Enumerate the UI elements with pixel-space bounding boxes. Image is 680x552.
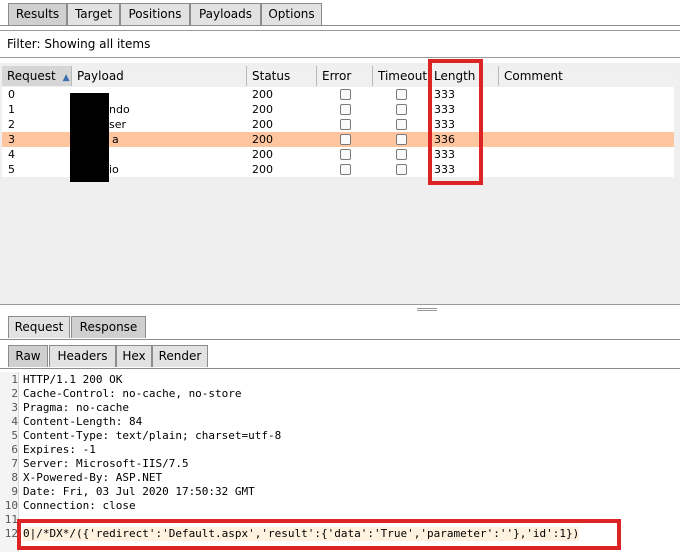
cell-request: 0 [8,88,15,101]
filter-bar[interactable]: Filter: Showing all items [0,30,680,58]
payload-redaction [70,93,109,182]
cell-request: 4 [8,148,15,161]
line-number: 11 [4,513,18,526]
line-number: 1 [11,373,18,386]
tab-hex[interactable]: Hex [116,345,152,367]
error-checkbox[interactable] [340,149,351,160]
response-line: HTTP/1.1 200 OK [23,373,123,386]
response-line: Expires: -1 [23,443,96,456]
line-number: 10 [4,499,18,512]
timeout-checkbox[interactable] [396,149,407,160]
tab-divider [0,25,680,26]
cell-request: 3 [8,133,15,146]
error-checkbox[interactable] [340,104,351,115]
column-header-status[interactable]: Status [247,66,317,86]
intruder-tab-bar: Results Target Positions Payloads Option… [0,0,680,26]
error-checkbox[interactable] [340,134,351,145]
filter-text: Showing all items [44,37,151,51]
tab-options[interactable]: Options [261,3,322,25]
cell-request: 1 [8,103,15,116]
tab-divider [0,368,680,369]
cell-payload: io [109,163,119,176]
line-number: 9 [11,485,18,498]
column-header-timeout[interactable]: Timeout [373,66,429,86]
response-line: Content-Type: text/plain; charset=utf-8 [23,429,282,442]
line-number: 6 [11,443,18,456]
cell-payload: ser [109,118,127,131]
cell-status: 200 [252,88,273,101]
cell-payload: ndo [109,103,130,116]
cell-payload: a [112,133,119,146]
filter-label: Filter: [7,37,41,51]
response-line: Content-Length: 84 [23,415,143,428]
cell-status: 200 [252,103,273,116]
tab-divider [0,339,680,340]
tab-payloads[interactable]: Payloads [190,3,261,25]
tab-positions[interactable]: Positions [120,3,190,25]
tab-request[interactable]: Request [8,316,70,338]
tab-render[interactable]: Render [152,345,208,367]
tab-raw[interactable]: Raw [8,345,48,367]
timeout-checkbox[interactable] [396,164,407,175]
tab-target[interactable]: Target [67,3,120,25]
cell-request: 5 [8,163,15,176]
line-number: 5 [11,429,18,442]
response-line: Pragma: no-cache [23,401,129,414]
timeout-checkbox[interactable] [396,104,407,115]
column-header-error[interactable]: Error [317,66,373,86]
line-number: 12 [4,527,18,540]
request-response-tab-bar: Request Response [0,312,680,340]
timeout-checkbox[interactable] [396,89,407,100]
line-number: 2 [11,387,18,400]
sort-ascending-icon: ▲ [62,73,70,83]
length-column-annotation [428,59,483,185]
response-line: Server: Microsoft-IIS/7.5 [23,457,189,470]
splitter-grip[interactable] [417,308,437,311]
tab-headers[interactable]: Headers [49,345,116,367]
line-number: 3 [11,401,18,414]
cell-status: 200 [252,133,273,146]
line-number: 8 [11,471,18,484]
column-header-comment[interactable]: Comment [499,66,678,86]
response-body-annotation [17,519,621,550]
cell-status: 200 [252,118,273,131]
table-header: Request ▲ Payload Status Error Timeout L… [2,66,678,86]
column-header-request[interactable]: Request ▲ [2,66,72,86]
line-number: 4 [11,415,18,428]
column-header-payload[interactable]: Payload [72,66,247,86]
error-checkbox[interactable] [340,89,351,100]
cell-request: 2 [8,118,15,131]
tab-response[interactable]: Response [71,316,146,338]
response-line: Date: Fri, 03 Jul 2020 17:50:32 GMT [23,485,255,498]
tab-results[interactable]: Results [8,3,67,25]
error-checkbox[interactable] [340,119,351,130]
response-line: Cache-Control: no-cache, no-store [23,387,242,400]
timeout-checkbox[interactable] [396,134,407,145]
response-line: X-Powered-By: ASP.NET [23,471,163,484]
response-line: Connection: close [23,499,136,512]
error-checkbox[interactable] [340,164,351,175]
cell-status: 200 [252,163,273,176]
cell-status: 200 [252,148,273,161]
line-number: 7 [11,457,18,470]
timeout-checkbox[interactable] [396,119,407,130]
view-tab-bar: Raw Headers Hex Render [0,343,680,369]
